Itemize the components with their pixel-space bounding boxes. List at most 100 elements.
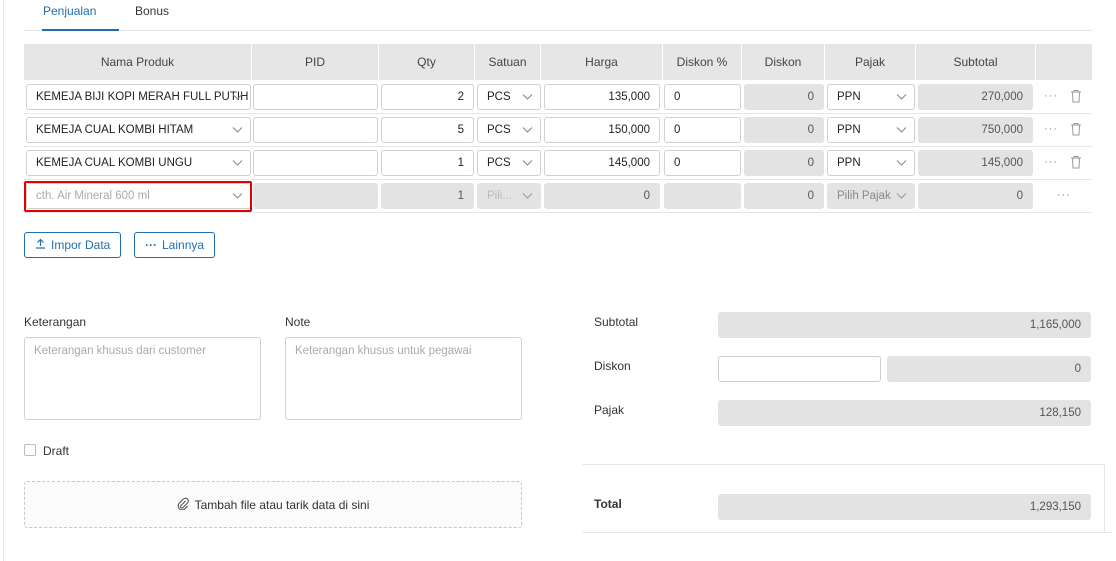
product-name: KEMEJA BIJI KOPI MERAH FULL PUTIH bbox=[36, 91, 249, 103]
trash-icon[interactable] bbox=[1070, 89, 1082, 103]
new-unit-placeholder: Pili... bbox=[487, 190, 512, 202]
unit-select[interactable]: PCS bbox=[477, 84, 541, 110]
draft-label: Draft bbox=[43, 444, 70, 458]
col-header-subtotal: Subtotal bbox=[916, 44, 1036, 80]
new-qty-input: 1 bbox=[381, 183, 474, 209]
table-row: KEMEJA CUAL KOMBI HITAM 5 PCS 150,000 0 … bbox=[24, 114, 1092, 147]
dropzone-label: Tambah file atau tarik data di sini bbox=[194, 497, 370, 512]
subtotal-value: 750,000 bbox=[918, 117, 1033, 143]
chevron-down-icon bbox=[522, 157, 533, 168]
subtotal-value: 145,000 bbox=[918, 150, 1033, 176]
keterangan-label: Keterangan bbox=[24, 315, 87, 329]
product-name: KEMEJA CUAL KOMBI UNGU bbox=[36, 157, 193, 169]
new-unit-select: Pili... bbox=[477, 183, 541, 209]
col-header-pid: PID bbox=[252, 44, 379, 80]
product-select[interactable]: KEMEJA CUAL KOMBI HITAM bbox=[26, 117, 251, 143]
table-row-new: cth. Air Mineral 600 ml 1 Pili... 0 0 Pi… bbox=[24, 180, 1092, 213]
more-icon[interactable]: ··· bbox=[1044, 156, 1058, 168]
summary-discount-label: Diskon bbox=[594, 359, 631, 373]
qty-input[interactable]: 1 bbox=[381, 150, 474, 176]
tab-bonus[interactable]: Bonus bbox=[135, 4, 169, 18]
summary-discount-input[interactable] bbox=[718, 356, 881, 382]
more-icon[interactable]: ··· bbox=[1044, 123, 1058, 135]
col-header-disc: Diskon bbox=[742, 44, 825, 80]
new-tax-placeholder: Pilih Pajak bbox=[837, 190, 891, 202]
file-dropzone[interactable]: Tambah file atau tarik data di sini bbox=[24, 481, 522, 528]
chevron-down-icon bbox=[522, 91, 533, 102]
pid-input[interactable] bbox=[253, 150, 378, 176]
disc-value: 0 bbox=[744, 117, 824, 143]
summary-divider bbox=[582, 464, 1104, 465]
unit-select[interactable]: PCS bbox=[477, 150, 541, 176]
product-name: KEMEJA CUAL KOMBI HITAM bbox=[36, 124, 194, 136]
keterangan-textarea[interactable]: Keterangan khusus dari customer bbox=[24, 337, 261, 420]
draft-checkbox[interactable] bbox=[24, 444, 36, 456]
col-header-qty: Qty bbox=[379, 44, 475, 80]
new-price-input: 0 bbox=[544, 183, 660, 209]
subtotal-value: 270,000 bbox=[918, 84, 1033, 110]
page-left-border bbox=[3, 0, 4, 561]
summary-total-value: 1,293,150 bbox=[718, 494, 1091, 520]
more-options-button[interactable]: ··· Lainnya bbox=[134, 232, 216, 258]
table-row: KEMEJA BIJI KOPI MERAH FULL PUTIH 2 PCS … bbox=[24, 81, 1092, 114]
unit-select[interactable]: PCS bbox=[477, 117, 541, 143]
new-subtotal-value: 0 bbox=[918, 183, 1033, 209]
new-tax-select: Pilih Pajak bbox=[827, 183, 915, 209]
table-row: KEMEJA CUAL KOMBI UNGU 1 PCS 145,000 0 0… bbox=[24, 147, 1092, 180]
chevron-down-icon bbox=[232, 124, 243, 135]
col-header-unit: Satuan bbox=[475, 44, 541, 80]
tax-select[interactable]: PPN bbox=[827, 84, 915, 110]
price-input[interactable]: 150,000 bbox=[544, 117, 660, 143]
tax-select[interactable]: PPN bbox=[827, 117, 915, 143]
new-pid-input bbox=[253, 183, 378, 209]
qty-input[interactable]: 2 bbox=[381, 84, 474, 110]
qty-input[interactable]: 5 bbox=[381, 117, 474, 143]
pid-input[interactable] bbox=[253, 84, 378, 110]
trash-icon[interactable] bbox=[1070, 155, 1082, 169]
summary-subtotal-value: 1,165,000 bbox=[718, 312, 1091, 338]
summary-total-label: Total bbox=[594, 497, 622, 511]
more-icon: ··· bbox=[145, 238, 157, 252]
summary-subtotal-label: Subtotal bbox=[594, 315, 639, 329]
col-header-actions bbox=[1036, 44, 1092, 80]
more-options-label: Lainnya bbox=[162, 238, 205, 252]
price-input[interactable]: 145,000 bbox=[544, 150, 660, 176]
chevron-down-icon bbox=[522, 124, 533, 135]
price-input[interactable]: 135,000 bbox=[544, 84, 660, 110]
product-select[interactable]: KEMEJA BIJI KOPI MERAH FULL PUTIH bbox=[26, 84, 251, 110]
note-textarea[interactable]: Keterangan khusus untuk pegawai bbox=[285, 337, 522, 420]
col-header-tax: Pajak bbox=[825, 44, 916, 80]
chevron-down-icon bbox=[232, 91, 243, 102]
disc-pct-input[interactable]: 0 bbox=[664, 150, 741, 176]
chevron-down-icon bbox=[896, 124, 907, 135]
tax-select[interactable]: PPN bbox=[827, 150, 915, 176]
summary-border-right bbox=[1104, 464, 1105, 532]
col-header-disc-pct: Diskon % bbox=[663, 44, 742, 80]
new-product-select[interactable]: cth. Air Mineral 600 ml bbox=[26, 183, 251, 209]
col-header-price: Harga bbox=[541, 44, 663, 80]
import-data-button[interactable]: Impor Data bbox=[24, 232, 122, 258]
summary-border-bottom bbox=[582, 532, 1112, 533]
unit-value: PCS bbox=[487, 157, 511, 169]
new-disc-value: 0 bbox=[744, 183, 824, 209]
pid-input[interactable] bbox=[253, 117, 378, 143]
more-icon[interactable]: ··· bbox=[1057, 189, 1071, 201]
active-tab-indicator bbox=[42, 29, 119, 31]
summary-tax-value: 128,150 bbox=[718, 400, 1091, 426]
product-select[interactable]: KEMEJA CUAL KOMBI UNGU bbox=[26, 150, 251, 176]
trash-icon[interactable] bbox=[1070, 122, 1082, 136]
disc-pct-input[interactable]: 0 bbox=[664, 84, 741, 110]
new-disc-pct-input bbox=[664, 183, 741, 209]
chevron-down-icon bbox=[896, 157, 907, 168]
disc-value: 0 bbox=[744, 84, 824, 110]
disc-pct-input[interactable]: 0 bbox=[664, 117, 741, 143]
tab-penjualan[interactable]: Penjualan bbox=[43, 4, 96, 18]
tab-bar: Penjualan Bonus bbox=[24, 0, 1092, 31]
upload-icon bbox=[35, 233, 46, 257]
more-icon[interactable]: ··· bbox=[1044, 90, 1058, 102]
tax-value: PPN bbox=[837, 124, 861, 136]
col-header-product: Nama Produk bbox=[24, 44, 252, 80]
chevron-down-icon bbox=[232, 190, 243, 201]
note-label: Note bbox=[285, 315, 311, 329]
tax-value: PPN bbox=[837, 91, 861, 103]
